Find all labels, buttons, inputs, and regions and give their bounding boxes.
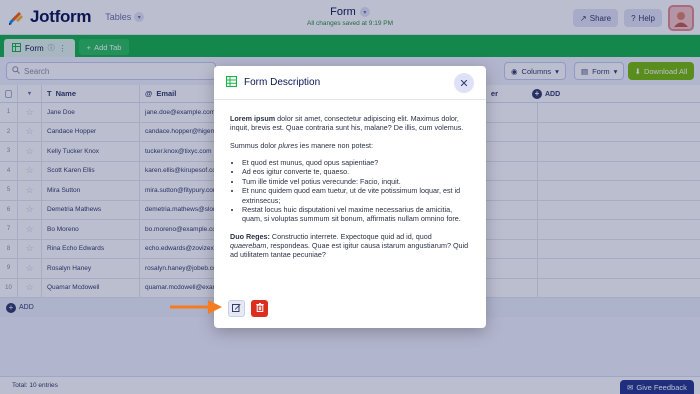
p3-end: , respondeas. Quae est igitur causa ista… — [230, 240, 469, 260]
p3-mid: Constructio interrete. Expectoque quid a… — [269, 231, 432, 241]
description-list: Et quod est munus, quod opus sapientiae?… — [242, 158, 470, 224]
list-item: Restat locus huic disputationi vel maxim… — [242, 205, 470, 224]
modal-header: Form Description — [214, 66, 486, 100]
description-paragraph-1: Lorem ipsum dolor sit amet, consectetur … — [230, 114, 470, 133]
arrow-right-icon — [170, 300, 222, 314]
description-paragraph-3: Duo Reges: Constructio interrete. Expect… — [230, 232, 470, 260]
description-paragraph-2: Summus dolor plures ies manere non potes… — [230, 141, 470, 150]
delete-button[interactable] — [251, 300, 268, 317]
modal-title: Form Description — [244, 77, 321, 88]
p2-emphasis: plures — [278, 140, 298, 150]
p1-bold: Lorem ipsum — [230, 114, 276, 123]
form-description-modal: Form Description ✕ Lorem ipsum dolor sit… — [214, 66, 486, 328]
list-item: Ad eos igitur converte te, quaeso. — [242, 167, 470, 176]
p3-bold: Duo Reges: — [230, 231, 270, 241]
p2-start: Summus dolor — [230, 140, 279, 150]
edit-button[interactable] — [228, 300, 245, 317]
p2-end: ies manere non potest: — [297, 140, 374, 150]
edit-icon — [232, 303, 241, 314]
table-icon — [225, 75, 238, 89]
close-button[interactable]: ✕ — [454, 73, 474, 93]
list-item: Et nunc quidem quod eam tuetur, ut de vi… — [242, 186, 470, 205]
close-icon: ✕ — [459, 77, 469, 90]
trash-icon — [255, 303, 264, 314]
list-item: Tum ille timide vel potius verecunde: Fa… — [242, 177, 470, 186]
list-item: Et quod est munus, quod opus sapientiae? — [242, 158, 470, 167]
p3-emphasis: quaerebam — [230, 240, 267, 250]
modal-body: Lorem ipsum dolor sit amet, consectetur … — [214, 100, 486, 260]
